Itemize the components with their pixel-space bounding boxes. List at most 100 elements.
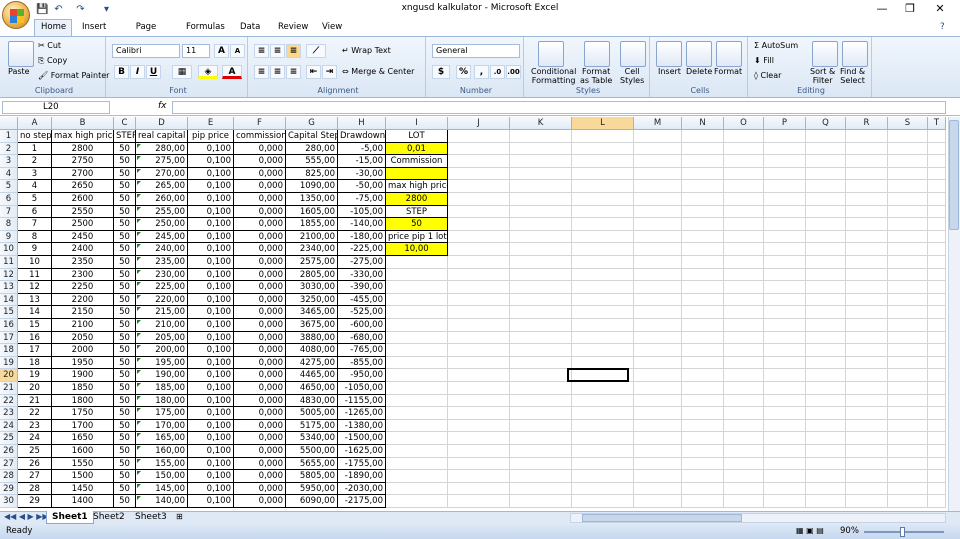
- row-header[interactable]: 28: [0, 470, 18, 483]
- data-cell[interactable]: 50: [114, 205, 136, 219]
- data-cell[interactable]: 1090,00: [286, 180, 338, 193]
- empty-cell[interactable]: [764, 356, 806, 370]
- autosum-button[interactable]: Σ AutoSum: [754, 41, 798, 50]
- data-cell[interactable]: 175,00: [136, 407, 188, 420]
- row-header[interactable]: 27: [0, 457, 18, 471]
- header-cell[interactable]: max high price: [52, 130, 114, 143]
- empty-cell[interactable]: [806, 419, 846, 433]
- empty-cell[interactable]: [806, 445, 846, 458]
- shrink-font-icon[interactable]: A: [230, 44, 245, 58]
- empty-cell[interactable]: [448, 281, 510, 294]
- empty-cell[interactable]: [572, 419, 634, 433]
- data-cell[interactable]: 2550: [52, 205, 114, 219]
- data-cell[interactable]: 150,00: [136, 470, 188, 483]
- data-cell[interactable]: 0,000: [234, 218, 286, 231]
- data-cell[interactable]: 0,000: [234, 256, 286, 269]
- empty-cell[interactable]: [888, 470, 928, 483]
- empty-cell[interactable]: [510, 445, 572, 458]
- empty-cell[interactable]: [806, 344, 846, 357]
- empty-cell[interactable]: [386, 407, 448, 420]
- data-cell[interactable]: 0,000: [234, 155, 286, 168]
- row-header[interactable]: 16: [0, 319, 18, 332]
- data-cell[interactable]: -600,00: [338, 319, 386, 332]
- empty-cell[interactable]: [724, 218, 764, 231]
- empty-cell[interactable]: [510, 218, 572, 231]
- empty-cell[interactable]: [764, 306, 806, 319]
- empty-cell[interactable]: [510, 243, 572, 256]
- data-cell[interactable]: 0,000: [234, 142, 286, 156]
- data-cell[interactable]: 260,00: [136, 193, 188, 206]
- empty-cell[interactable]: [634, 356, 682, 370]
- data-cell[interactable]: 190,00: [136, 369, 188, 382]
- row-header[interactable]: 25: [0, 432, 18, 445]
- column-header-g[interactable]: G: [286, 117, 338, 130]
- merge-center-button[interactable]: ⇔ Merge & Center: [342, 67, 414, 76]
- data-cell[interactable]: 50: [114, 256, 136, 269]
- data-cell[interactable]: -1050,00: [338, 382, 386, 395]
- empty-cell[interactable]: [448, 319, 510, 332]
- data-cell[interactable]: 0,000: [234, 369, 286, 382]
- empty-cell[interactable]: [510, 356, 572, 370]
- param-cell[interactable]: price pip 1 lot: [386, 230, 448, 244]
- empty-cell[interactable]: [634, 495, 682, 508]
- empty-cell[interactable]: [634, 155, 682, 168]
- empty-cell[interactable]: [888, 256, 928, 269]
- column-header-c[interactable]: C: [114, 117, 136, 130]
- tab-insert[interactable]: Insert: [76, 20, 110, 36]
- close-icon[interactable]: ✕: [926, 0, 954, 18]
- data-cell[interactable]: 0,100: [188, 344, 234, 357]
- empty-cell[interactable]: [386, 445, 448, 458]
- row-header[interactable]: 15: [0, 306, 18, 319]
- data-cell[interactable]: 2650: [52, 180, 114, 193]
- data-cell[interactable]: 0,000: [234, 419, 286, 433]
- data-cell[interactable]: 50: [114, 319, 136, 332]
- data-cell[interactable]: 0,000: [234, 306, 286, 319]
- empty-cell[interactable]: [448, 331, 510, 345]
- currency-icon[interactable]: $: [432, 65, 450, 79]
- row-header[interactable]: 8: [0, 218, 18, 231]
- empty-cell[interactable]: [724, 230, 764, 244]
- empty-cell[interactable]: [448, 495, 510, 508]
- paste-icon[interactable]: [8, 41, 34, 67]
- data-cell[interactable]: 50: [114, 180, 136, 193]
- empty-cell[interactable]: [634, 205, 682, 219]
- data-cell[interactable]: 1350,00: [286, 193, 338, 206]
- data-cell[interactable]: 0,100: [188, 230, 234, 244]
- data-cell[interactable]: 250,00: [136, 218, 188, 231]
- empty-cell[interactable]: [510, 331, 572, 345]
- empty-cell[interactable]: [928, 445, 946, 458]
- empty-cell[interactable]: [386, 470, 448, 483]
- data-cell[interactable]: -180,00: [338, 230, 386, 244]
- empty-cell[interactable]: [724, 495, 764, 508]
- empty-cell[interactable]: [448, 130, 510, 143]
- data-cell[interactable]: 2750: [52, 155, 114, 168]
- number-format-select[interactable]: General: [432, 44, 520, 58]
- tab-review[interactable]: Review: [272, 20, 312, 36]
- data-cell[interactable]: 225,00: [136, 281, 188, 294]
- empty-cell[interactable]: [572, 482, 634, 496]
- empty-cell[interactable]: [682, 394, 724, 408]
- data-cell[interactable]: 1900: [52, 369, 114, 382]
- empty-cell[interactable]: [682, 218, 724, 231]
- empty-cell[interactable]: [682, 142, 724, 156]
- empty-cell[interactable]: [928, 407, 946, 420]
- empty-cell[interactable]: [928, 243, 946, 256]
- empty-cell[interactable]: [764, 193, 806, 206]
- tab-view[interactable]: View: [316, 20, 348, 36]
- data-cell[interactable]: 2: [18, 155, 52, 168]
- empty-cell[interactable]: [888, 218, 928, 231]
- zoom-level[interactable]: 90%: [840, 526, 859, 536]
- data-cell[interactable]: 2800: [52, 142, 114, 156]
- empty-cell[interactable]: [928, 180, 946, 193]
- data-cell[interactable]: 0,100: [188, 394, 234, 408]
- data-cell[interactable]: 50: [114, 419, 136, 433]
- font-size-select[interactable]: 11: [182, 44, 210, 58]
- empty-cell[interactable]: [888, 155, 928, 168]
- empty-cell[interactable]: [572, 205, 634, 219]
- empty-cell[interactable]: [634, 142, 682, 156]
- empty-cell[interactable]: [724, 369, 764, 382]
- data-cell[interactable]: 1700: [52, 419, 114, 433]
- empty-cell[interactable]: [386, 293, 448, 307]
- empty-cell[interactable]: [846, 407, 888, 420]
- data-cell[interactable]: 50: [114, 407, 136, 420]
